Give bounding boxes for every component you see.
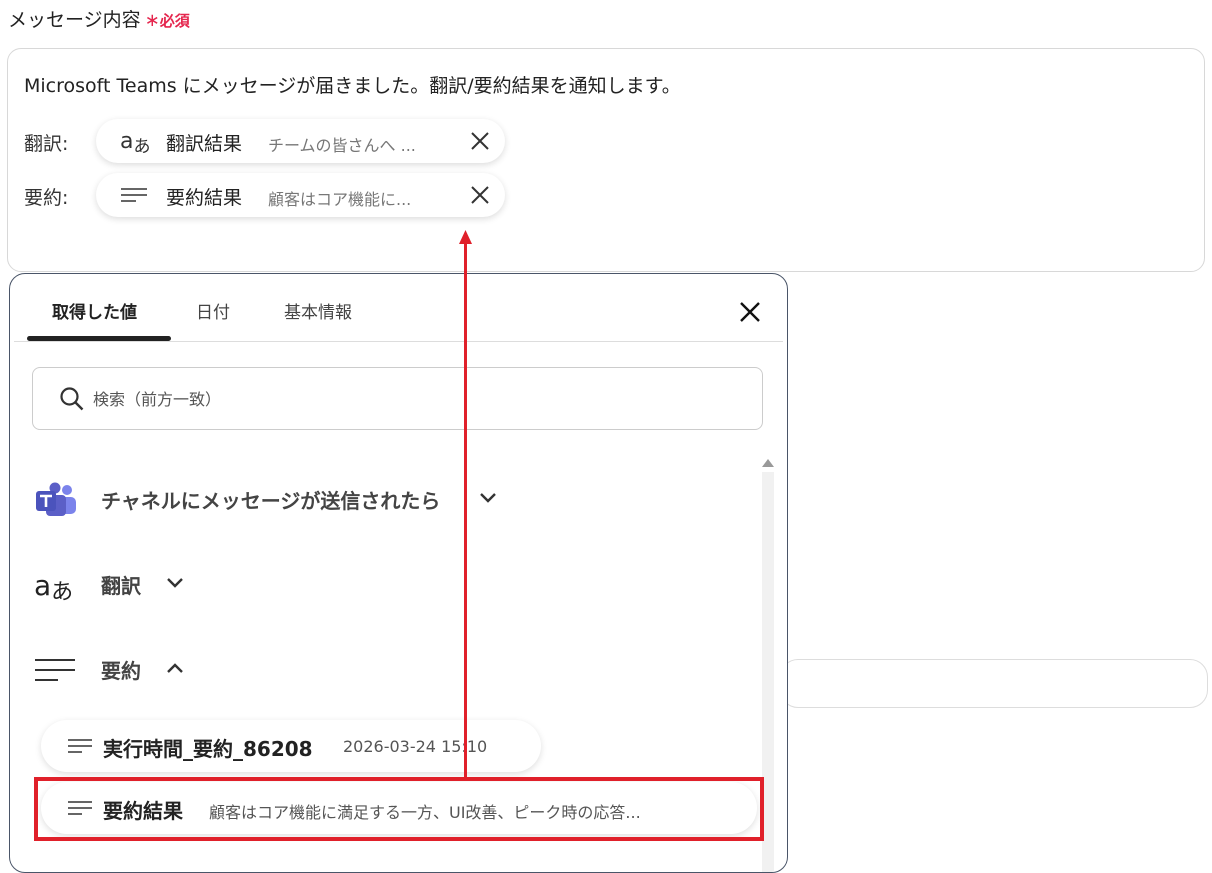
translate-icon: aあ — [120, 128, 151, 157]
group-label: チャネルにメッセージが送信されたら — [101, 489, 441, 513]
translation-token[interactable]: aあ 翻訳結果 チームの皆さんへ ... — [96, 119, 505, 163]
chevron-down-icon[interactable] — [166, 577, 184, 589]
search-icon — [60, 387, 84, 411]
message-editor[interactable]: Microsoft Teams にメッセージが届きました。翻訳/要約結果を通知し… — [7, 48, 1205, 272]
message-text: Microsoft Teams にメッセージが届きました。翻訳/要約結果を通知し… — [24, 75, 681, 97]
item-name: 実行時間_要約_86208 — [103, 737, 313, 761]
background-input-field[interactable] — [780, 659, 1208, 708]
lines-icon — [68, 739, 92, 753]
field-label: メッセージ内容 ∗必須 — [8, 5, 190, 32]
tabs-divider — [14, 341, 783, 342]
required-badge: 必須 — [159, 12, 190, 30]
summary-token[interactable]: 要約結果 顧客はコア機能に... — [96, 173, 505, 217]
search-box[interactable] — [32, 367, 763, 430]
item-value: 2026-03-24 15:10 — [343, 737, 488, 756]
group-label: 要約 — [101, 659, 141, 683]
translation-row-label: 翻訳: — [24, 133, 69, 155]
tab-basic-info[interactable]: 基本情報 — [284, 298, 352, 323]
lines-icon — [120, 183, 156, 207]
group-label: 翻訳 — [101, 574, 141, 598]
required-star: ∗ — [144, 10, 160, 31]
teams-icon — [34, 480, 80, 520]
translate-icon: aあ — [34, 568, 74, 606]
remove-token-icon[interactable] — [469, 130, 491, 152]
chevron-down-icon[interactable] — [479, 492, 497, 504]
token-value: 顧客はコア機能に... — [268, 190, 412, 209]
token-name: 要約結果 — [166, 187, 243, 209]
close-icon[interactable] — [738, 300, 762, 324]
lines-icon — [34, 650, 80, 690]
scroll-up-arrow-icon[interactable] — [762, 459, 774, 467]
chevron-up-icon[interactable] — [166, 662, 184, 674]
summary-row-label: 要約: — [24, 187, 69, 209]
tab-date[interactable]: 日付 — [196, 298, 230, 323]
value-item-exec-time[interactable]: 実行時間_要約_86208 2026-03-24 15:10 — [41, 720, 541, 772]
remove-token-icon[interactable] — [469, 184, 491, 206]
field-label-text: メッセージ内容 — [8, 9, 141, 31]
search-input[interactable] — [91, 382, 695, 416]
token-value: チームの皆さんへ ... — [268, 136, 416, 155]
token-name: 翻訳結果 — [166, 133, 243, 155]
annotation-highlight-box — [34, 777, 764, 841]
tab-acquired-values[interactable]: 取得した値 — [52, 298, 137, 323]
